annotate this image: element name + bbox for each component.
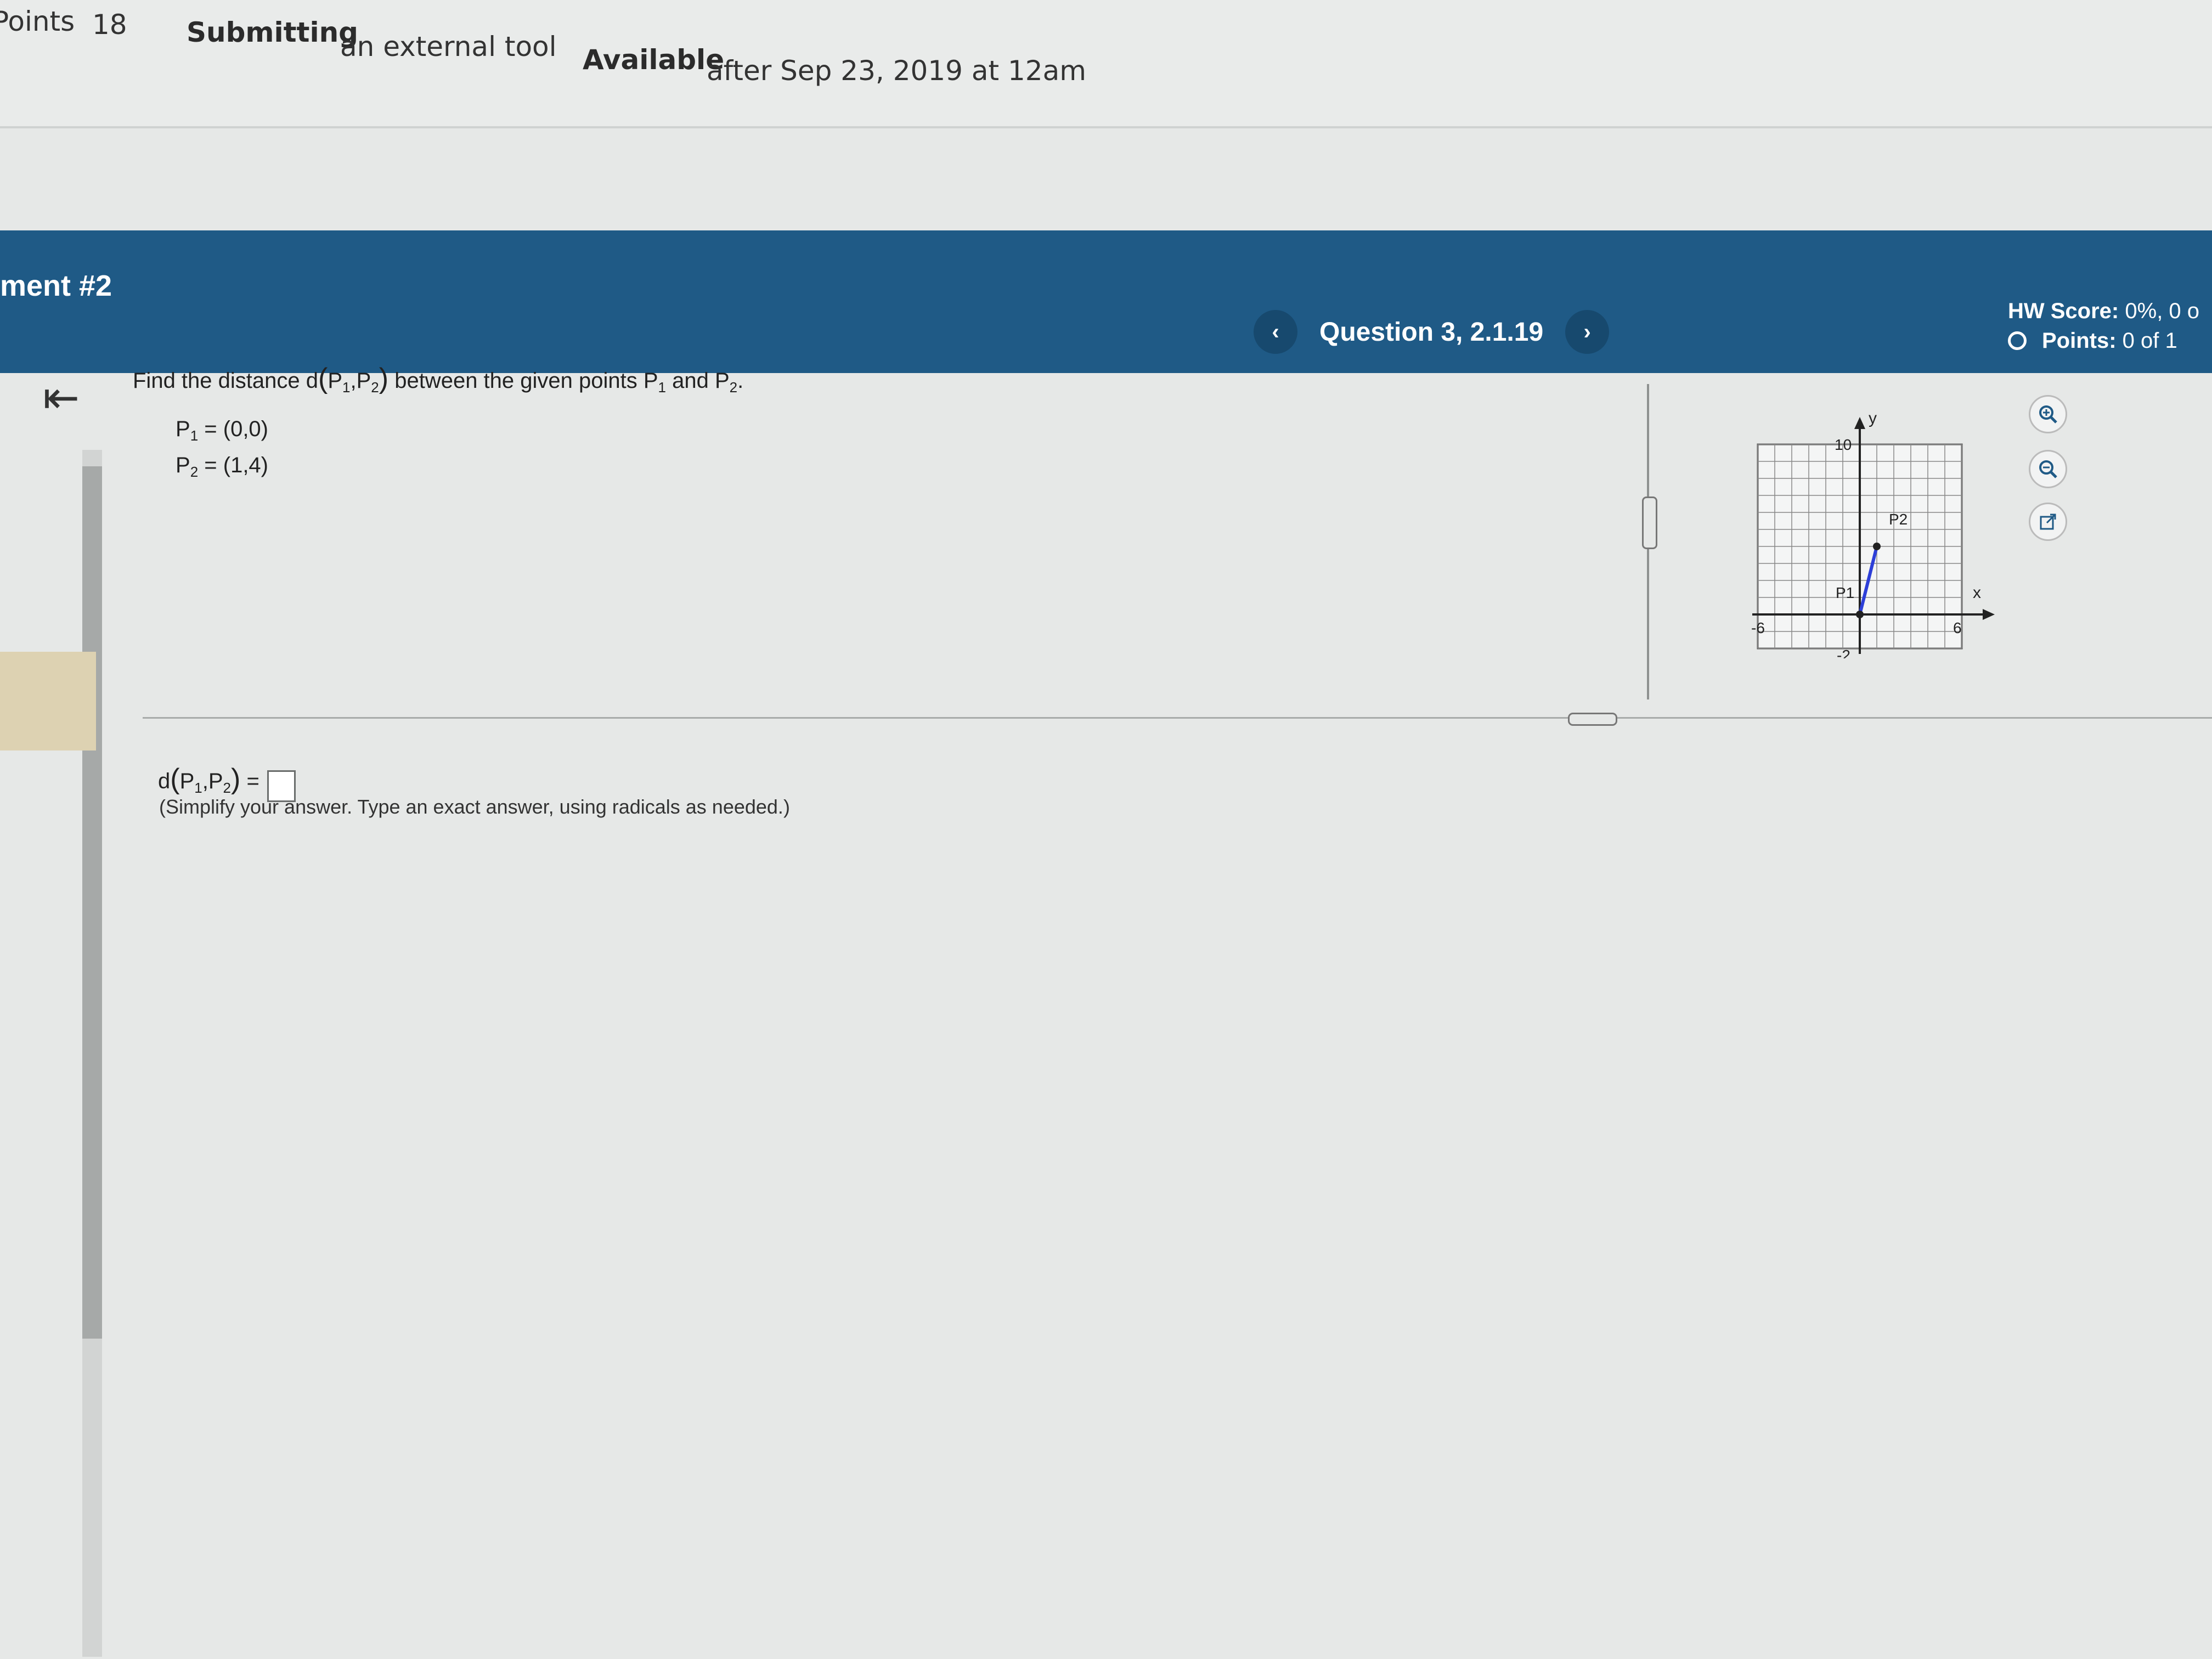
status-circle-icon xyxy=(2008,331,2027,350)
vertical-splitter-handle[interactable] xyxy=(1642,496,1657,549)
submitting-label: Submitting xyxy=(187,16,358,48)
assignment-title: ment #2 xyxy=(0,269,112,302)
point-p2-marker xyxy=(1873,543,1881,550)
p1-label: P1 xyxy=(1836,584,1854,601)
answer-equals: = xyxy=(246,769,259,793)
hw-score-label: HW Score: xyxy=(2008,298,2119,323)
assignment-info-bar: Points 18 Submitting an external tool Av… xyxy=(0,0,2212,128)
points-value: 18 xyxy=(92,9,127,41)
score-panel: HW Score: 0%, 0 o Points: 0 of 1 xyxy=(2008,296,2199,356)
y-axis-label: y xyxy=(1869,409,1877,427)
y-axis-arrow xyxy=(1854,417,1865,429)
available-value: after Sep 23, 2019 at 12am xyxy=(707,55,1086,87)
y-min-tick-label: -2 xyxy=(1837,647,1850,658)
horizontal-splitter-handle[interactable] xyxy=(1568,713,1617,726)
available-label: Available xyxy=(583,44,725,76)
point-p1: P1 = (0,0) xyxy=(176,417,268,444)
x-axis-label: x xyxy=(1973,584,1981,602)
question-title[interactable]: Question 3, 2.1.19 xyxy=(1319,317,1543,347)
previous-question-button[interactable]: ‹ xyxy=(1254,310,1297,354)
hw-score-value: 0%, 0 o xyxy=(2125,298,2200,323)
open-external-icon xyxy=(2040,514,2056,530)
prompt-text: Find the distance d xyxy=(133,369,318,393)
points-value: 0 of 1 xyxy=(2122,328,2177,353)
point-p1-marker xyxy=(1856,611,1864,618)
x-min-tick-label: -6 xyxy=(1751,619,1765,636)
question-prompt: Find the distance d(P1,P2) between the g… xyxy=(133,363,744,396)
sidebar-highlight xyxy=(0,652,96,751)
p2-value: = (1,4) xyxy=(204,453,268,477)
p1-value: = (0,0) xyxy=(204,417,268,441)
p2-label: P2 xyxy=(1889,511,1908,528)
x-axis-arrow xyxy=(1983,609,1995,620)
question-content: ⇤ Find the distance d(P1,P2) between the… xyxy=(0,363,2212,1659)
sidebar-scrollbar-thumb[interactable] xyxy=(82,466,102,1339)
answer-hint: (Simplify your answer. Type an exact ans… xyxy=(159,795,790,818)
answer-label: d(P1,P2) = xyxy=(158,763,259,796)
zoom-in-icon xyxy=(2039,405,2057,424)
zoom-out-icon xyxy=(2039,460,2057,478)
submitting-value: an external tool xyxy=(340,31,557,63)
points-label: Points: xyxy=(2042,328,2117,353)
coordinate-graph: y x 10 -2 -6 6 P1 P2 xyxy=(1751,409,1995,658)
zoom-in-button[interactable] xyxy=(2029,395,2067,433)
open-external-button[interactable] xyxy=(2029,503,2067,541)
zoom-out-button[interactable] xyxy=(2029,450,2067,488)
next-question-button[interactable]: › xyxy=(1565,310,1610,354)
x-max-tick-label: 6 xyxy=(1953,619,1962,636)
y-max-tick-label: 10 xyxy=(1835,436,1852,453)
prompt-text-and: and P xyxy=(672,369,730,393)
point-p2: P2 = (1,4) xyxy=(176,453,268,480)
question-navigator: ‹ Question 3, 2.1.19 › xyxy=(1254,307,1610,357)
horizontal-splitter[interactable] xyxy=(143,717,2212,719)
collapse-sidebar-icon[interactable]: ⇤ xyxy=(43,373,92,422)
sidebar-scrollbar[interactable] xyxy=(82,450,102,1657)
prompt-text-mid: between the given points P xyxy=(394,369,658,393)
question-banner: ment #2 ‹ Question 3, 2.1.19 › HW Score:… xyxy=(0,230,2212,373)
points-label: Points xyxy=(0,5,75,37)
